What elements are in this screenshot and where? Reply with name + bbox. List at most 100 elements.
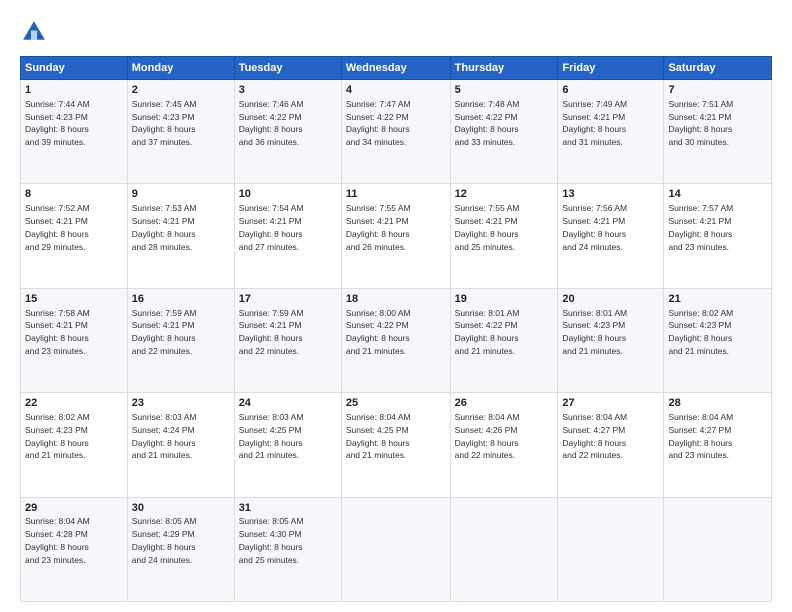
- day-info: Sunrise: 7:44 AMSunset: 4:23 PMDaylight:…: [25, 99, 90, 147]
- day-info: Sunrise: 7:49 AMSunset: 4:21 PMDaylight:…: [562, 99, 627, 147]
- day-info: Sunrise: 7:59 AMSunset: 4:21 PMDaylight:…: [132, 308, 197, 356]
- calendar-day-24: 24Sunrise: 8:03 AMSunset: 4:25 PMDayligh…: [234, 393, 341, 497]
- day-info: Sunrise: 7:45 AMSunset: 4:23 PMDaylight:…: [132, 99, 197, 147]
- day-info: Sunrise: 8:02 AMSunset: 4:23 PMDaylight:…: [25, 412, 90, 460]
- logo-icon: [20, 18, 48, 46]
- calendar-day-3: 3Sunrise: 7:46 AMSunset: 4:22 PMDaylight…: [234, 80, 341, 184]
- calendar-week-5: 29Sunrise: 8:04 AMSunset: 4:28 PMDayligh…: [21, 497, 772, 601]
- weekday-header-tuesday: Tuesday: [234, 57, 341, 80]
- day-number: 2: [132, 83, 230, 98]
- day-number: 12: [455, 187, 554, 202]
- day-info: Sunrise: 8:01 AMSunset: 4:23 PMDaylight:…: [562, 308, 627, 356]
- day-number: 11: [346, 187, 446, 202]
- day-info: Sunrise: 8:03 AMSunset: 4:25 PMDaylight:…: [239, 412, 304, 460]
- weekday-header-wednesday: Wednesday: [341, 57, 450, 80]
- calendar-day-9: 9Sunrise: 7:53 AMSunset: 4:21 PMDaylight…: [127, 184, 234, 288]
- calendar-day-4: 4Sunrise: 7:47 AMSunset: 4:22 PMDaylight…: [341, 80, 450, 184]
- day-number: 14: [668, 187, 767, 202]
- calendar-day-20: 20Sunrise: 8:01 AMSunset: 4:23 PMDayligh…: [558, 288, 664, 392]
- calendar-day-14: 14Sunrise: 7:57 AMSunset: 4:21 PMDayligh…: [664, 184, 772, 288]
- day-number: 25: [346, 396, 446, 411]
- day-info: Sunrise: 7:46 AMSunset: 4:22 PMDaylight:…: [239, 99, 304, 147]
- day-number: 7: [668, 83, 767, 98]
- calendar-header-row: SundayMondayTuesdayWednesdayThursdayFrid…: [21, 57, 772, 80]
- day-number: 28: [668, 396, 767, 411]
- calendar-week-4: 22Sunrise: 8:02 AMSunset: 4:23 PMDayligh…: [21, 393, 772, 497]
- calendar-day-23: 23Sunrise: 8:03 AMSunset: 4:24 PMDayligh…: [127, 393, 234, 497]
- day-number: 31: [239, 501, 337, 516]
- day-info: Sunrise: 7:58 AMSunset: 4:21 PMDaylight:…: [25, 308, 90, 356]
- day-info: Sunrise: 7:55 AMSunset: 4:21 PMDaylight:…: [455, 203, 520, 251]
- weekday-header-thursday: Thursday: [450, 57, 558, 80]
- calendar-day-31: 31Sunrise: 8:05 AMSunset: 4:30 PMDayligh…: [234, 497, 341, 601]
- calendar-day-13: 13Sunrise: 7:56 AMSunset: 4:21 PMDayligh…: [558, 184, 664, 288]
- day-info: Sunrise: 7:54 AMSunset: 4:21 PMDaylight:…: [239, 203, 304, 251]
- day-info: Sunrise: 7:53 AMSunset: 4:21 PMDaylight:…: [132, 203, 197, 251]
- day-number: 5: [455, 83, 554, 98]
- page: SundayMondayTuesdayWednesdayThursdayFrid…: [0, 0, 792, 612]
- calendar-day-10: 10Sunrise: 7:54 AMSunset: 4:21 PMDayligh…: [234, 184, 341, 288]
- day-number: 8: [25, 187, 123, 202]
- calendar-day-16: 16Sunrise: 7:59 AMSunset: 4:21 PMDayligh…: [127, 288, 234, 392]
- day-number: 27: [562, 396, 659, 411]
- day-number: 6: [562, 83, 659, 98]
- day-info: Sunrise: 7:52 AMSunset: 4:21 PMDaylight:…: [25, 203, 90, 251]
- day-number: 18: [346, 292, 446, 307]
- calendar-day-19: 19Sunrise: 8:01 AMSunset: 4:22 PMDayligh…: [450, 288, 558, 392]
- weekday-header-sunday: Sunday: [21, 57, 128, 80]
- weekday-header-saturday: Saturday: [664, 57, 772, 80]
- day-info: Sunrise: 8:02 AMSunset: 4:23 PMDaylight:…: [668, 308, 733, 356]
- calendar-week-3: 15Sunrise: 7:58 AMSunset: 4:21 PMDayligh…: [21, 288, 772, 392]
- day-number: 24: [239, 396, 337, 411]
- empty-day: [341, 497, 450, 601]
- calendar-day-1: 1Sunrise: 7:44 AMSunset: 4:23 PMDaylight…: [21, 80, 128, 184]
- day-number: 13: [562, 187, 659, 202]
- day-info: Sunrise: 7:48 AMSunset: 4:22 PMDaylight:…: [455, 99, 520, 147]
- day-number: 9: [132, 187, 230, 202]
- calendar-day-7: 7Sunrise: 7:51 AMSunset: 4:21 PMDaylight…: [664, 80, 772, 184]
- day-number: 10: [239, 187, 337, 202]
- day-number: 3: [239, 83, 337, 98]
- calendar-day-15: 15Sunrise: 7:58 AMSunset: 4:21 PMDayligh…: [21, 288, 128, 392]
- day-number: 26: [455, 396, 554, 411]
- logo: [20, 18, 52, 46]
- day-info: Sunrise: 7:56 AMSunset: 4:21 PMDaylight:…: [562, 203, 627, 251]
- calendar-day-25: 25Sunrise: 8:04 AMSunset: 4:25 PMDayligh…: [341, 393, 450, 497]
- calendar-day-12: 12Sunrise: 7:55 AMSunset: 4:21 PMDayligh…: [450, 184, 558, 288]
- day-number: 19: [455, 292, 554, 307]
- day-number: 29: [25, 501, 123, 516]
- calendar-day-30: 30Sunrise: 8:05 AMSunset: 4:29 PMDayligh…: [127, 497, 234, 601]
- day-info: Sunrise: 7:59 AMSunset: 4:21 PMDaylight:…: [239, 308, 304, 356]
- calendar-day-27: 27Sunrise: 8:04 AMSunset: 4:27 PMDayligh…: [558, 393, 664, 497]
- day-number: 20: [562, 292, 659, 307]
- day-number: 30: [132, 501, 230, 516]
- calendar-day-18: 18Sunrise: 8:00 AMSunset: 4:22 PMDayligh…: [341, 288, 450, 392]
- day-info: Sunrise: 8:04 AMSunset: 4:26 PMDaylight:…: [455, 412, 520, 460]
- empty-day: [664, 497, 772, 601]
- day-number: 23: [132, 396, 230, 411]
- calendar-day-17: 17Sunrise: 7:59 AMSunset: 4:21 PMDayligh…: [234, 288, 341, 392]
- day-number: 15: [25, 292, 123, 307]
- calendar-day-26: 26Sunrise: 8:04 AMSunset: 4:26 PMDayligh…: [450, 393, 558, 497]
- day-number: 4: [346, 83, 446, 98]
- calendar-day-29: 29Sunrise: 8:04 AMSunset: 4:28 PMDayligh…: [21, 497, 128, 601]
- calendar-week-1: 1Sunrise: 7:44 AMSunset: 4:23 PMDaylight…: [21, 80, 772, 184]
- day-info: Sunrise: 8:04 AMSunset: 4:27 PMDaylight:…: [668, 412, 733, 460]
- day-info: Sunrise: 8:04 AMSunset: 4:27 PMDaylight:…: [562, 412, 627, 460]
- day-info: Sunrise: 7:55 AMSunset: 4:21 PMDaylight:…: [346, 203, 411, 251]
- empty-day: [450, 497, 558, 601]
- day-info: Sunrise: 8:04 AMSunset: 4:25 PMDaylight:…: [346, 412, 411, 460]
- calendar-day-5: 5Sunrise: 7:48 AMSunset: 4:22 PMDaylight…: [450, 80, 558, 184]
- day-info: Sunrise: 8:05 AMSunset: 4:30 PMDaylight:…: [239, 516, 304, 564]
- calendar-week-2: 8Sunrise: 7:52 AMSunset: 4:21 PMDaylight…: [21, 184, 772, 288]
- calendar-day-28: 28Sunrise: 8:04 AMSunset: 4:27 PMDayligh…: [664, 393, 772, 497]
- day-info: Sunrise: 8:05 AMSunset: 4:29 PMDaylight:…: [132, 516, 197, 564]
- calendar-day-11: 11Sunrise: 7:55 AMSunset: 4:21 PMDayligh…: [341, 184, 450, 288]
- calendar-day-8: 8Sunrise: 7:52 AMSunset: 4:21 PMDaylight…: [21, 184, 128, 288]
- calendar-day-22: 22Sunrise: 8:02 AMSunset: 4:23 PMDayligh…: [21, 393, 128, 497]
- day-info: Sunrise: 7:47 AMSunset: 4:22 PMDaylight:…: [346, 99, 411, 147]
- day-info: Sunrise: 8:00 AMSunset: 4:22 PMDaylight:…: [346, 308, 411, 356]
- day-info: Sunrise: 8:04 AMSunset: 4:28 PMDaylight:…: [25, 516, 90, 564]
- day-info: Sunrise: 7:57 AMSunset: 4:21 PMDaylight:…: [668, 203, 733, 251]
- day-info: Sunrise: 8:01 AMSunset: 4:22 PMDaylight:…: [455, 308, 520, 356]
